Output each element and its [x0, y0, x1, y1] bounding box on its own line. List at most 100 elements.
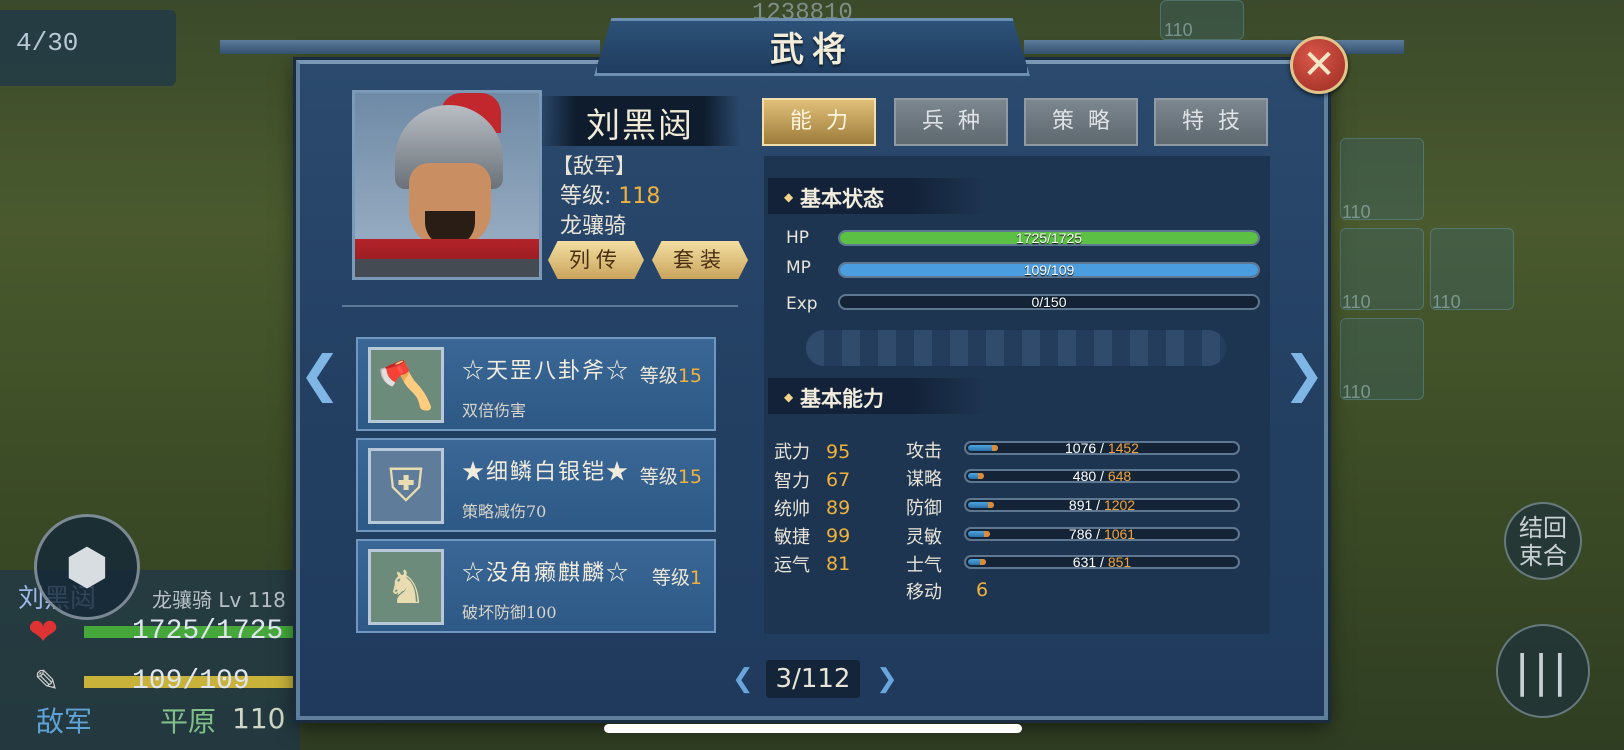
hero-faction: 【敌军】 [552, 154, 636, 178]
hp-value: 1725/1725 [1015, 230, 1083, 246]
title-wing-left [220, 40, 600, 54]
attr-value: 89 [826, 497, 851, 519]
stat-name: 士气 [906, 555, 942, 576]
tab-special-skill[interactable]: 特技 [1154, 98, 1268, 146]
equipment-name: ☆没角癞麒麟☆ [462, 561, 631, 586]
unit-mp: 109/109 [132, 666, 250, 697]
exp-value: 0/150 [1031, 294, 1067, 310]
page-indicator: 3/112 [766, 660, 860, 698]
equipment-level-label: 等级 [639, 365, 678, 387]
attr-name: 智力 [774, 471, 810, 492]
equipment-level-value: 15 [677, 365, 702, 387]
next-hero-button[interactable]: ❯ [1283, 344, 1325, 404]
equipment-effect: 双倍伤害 [462, 401, 527, 420]
unit-terrain-value: 110 [232, 702, 286, 735]
diamond-icon: ◆ [784, 390, 794, 404]
page-prev-button[interactable]: ❮ [732, 664, 754, 694]
stat-value: 1076 / 1452 [1065, 440, 1139, 456]
equipment-slot-mount[interactable]: ♞ ☆没角癞麒麟☆ 等级1 破坏防御100 [356, 539, 716, 633]
close-button[interactable]: ✕ [1290, 36, 1348, 94]
stat-current: 891 [1068, 497, 1093, 513]
tab-strategy[interactable]: 策略 [1024, 98, 1138, 146]
chevron-left-icon: ❮ [299, 345, 341, 403]
equipment-name: ☆天罡八卦斧☆ [462, 359, 631, 384]
portrait-armor [355, 259, 539, 277]
equipment-level: 等级15 [640, 462, 702, 489]
axe-icon: 🪓 [368, 347, 444, 423]
hero-portrait [352, 90, 542, 280]
home-indicator[interactable] [604, 724, 1022, 733]
unit-terrain: 平原 [160, 705, 217, 738]
equipment-level-label: 等级 [651, 567, 690, 589]
turn-counter: 4/30 [16, 28, 79, 58]
equipment-effect: 策略减伤70 [462, 502, 547, 521]
title-wing-right [1024, 40, 1404, 54]
stat-name: 灵敏 [906, 527, 942, 548]
stat-current: 1076 [1065, 440, 1097, 456]
chevron-left-icon: ❮ [732, 664, 754, 694]
exp-bar: 0/150 [838, 294, 1260, 310]
stat-max: 1202 [1103, 497, 1136, 513]
equipment-slot-armor[interactable]: ⛨ ★细鳞白银铠★ 等级15 策略减伤70 [356, 438, 716, 532]
biography-button[interactable]: 列传 [548, 241, 644, 279]
close-x-icon: ✕ [1302, 42, 1336, 88]
stat-bar: 1076 / 1452 [964, 440, 1240, 456]
horse-icon: ♞ [368, 549, 444, 625]
attr-value: 67 [826, 469, 851, 491]
end-turn-label: 结回 束合 [1519, 514, 1567, 570]
tab-troop-type[interactable]: 兵种 [894, 98, 1008, 146]
attr-value: 95 [826, 441, 851, 463]
tile-level: 110 [1342, 202, 1371, 222]
attr-name: 运气 [774, 555, 810, 576]
attr-name: 武力 [774, 442, 810, 463]
mp-bar: 109/109 [838, 262, 1260, 278]
hero-level: 等级: 118 [560, 178, 660, 210]
equipment-effect: 破坏防御100 [462, 603, 557, 622]
tile-level: 110 [1432, 292, 1461, 312]
stat-value: 631 / 851 [1072, 554, 1132, 570]
unit-hp: 1725/1725 [132, 616, 284, 647]
armor-icon: ⛨ [368, 448, 444, 524]
unit-class-level: 龙骧骑 Lv 118 [152, 588, 286, 612]
page-next-button[interactable]: ❯ [876, 664, 898, 694]
previous-hero-button[interactable]: ❮ [299, 344, 341, 404]
attr-value: 99 [826, 525, 851, 547]
hero-name: 刘黑闼 [586, 106, 694, 146]
attr-value: 81 [826, 553, 851, 575]
stat-bar: 891 / 1202 [964, 497, 1240, 513]
stat-current: 480 [1072, 468, 1097, 484]
stat-max: 648 [1107, 468, 1132, 484]
tab-ability[interactable]: 能力 [762, 98, 876, 146]
mp-value: 109/109 [1023, 262, 1075, 278]
mp-label: MP [786, 258, 811, 278]
attr-name: 敏捷 [774, 527, 810, 548]
stat-value: 786 / 1061 [1068, 526, 1136, 542]
hp-bar: 1725/1725 [838, 230, 1260, 246]
chevron-right-icon: ❯ [1283, 345, 1325, 403]
feather-icon: ✎ [34, 664, 60, 699]
stat-current: 786 [1068, 526, 1093, 542]
move-value: 6 [976, 579, 989, 601]
equipment-set-button[interactable]: 套装 [652, 241, 748, 279]
tile-level: 110 [1164, 20, 1193, 40]
hero-level-label: 等级: [560, 184, 612, 209]
more-button[interactable]: ||| [1496, 624, 1590, 718]
dialog-title: 武将 [770, 30, 854, 70]
stat-value: 891 / 1202 [1068, 497, 1136, 513]
end-turn-button[interactable]: 结回 束合 [1504, 502, 1582, 580]
stat-max: 1452 [1107, 440, 1139, 456]
equipment-name: ★细鳞白银铠★ [462, 460, 631, 485]
heart-icon: ❤ [28, 612, 59, 653]
stat-max: 1061 [1103, 526, 1136, 542]
stat-bar: 480 / 648 [964, 468, 1240, 484]
hero-class: 龙骧骑 [560, 214, 627, 239]
stat-name: 谋略 [906, 469, 942, 490]
pillars-icon: ||| [1514, 645, 1572, 697]
equipment-level: 等级1 [652, 563, 702, 590]
tile-level: 110 [1342, 292, 1371, 312]
stat-name: 防御 [906, 498, 942, 519]
equipment-slot-weapon[interactable]: 🪓 ☆天罡八卦斧☆ 等级15 双倍伤害 [356, 337, 716, 431]
attr-name: 统帅 [774, 499, 810, 520]
stat-value: 480 / 648 [1072, 468, 1132, 484]
menu-button[interactable]: ⬢ [34, 514, 140, 620]
